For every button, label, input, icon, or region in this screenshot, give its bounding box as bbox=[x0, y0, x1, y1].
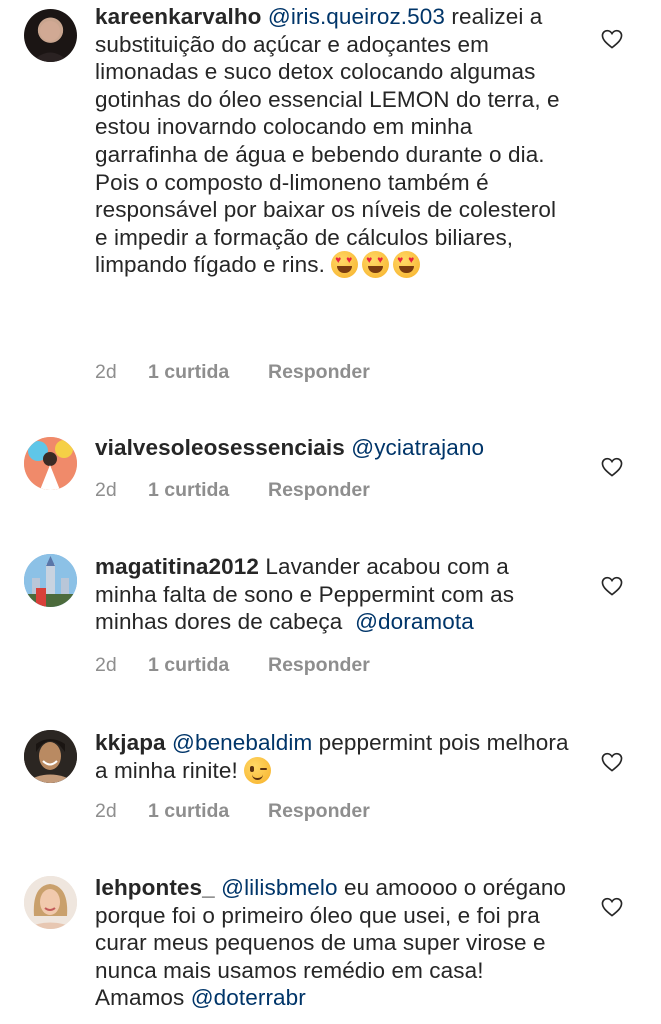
avatar[interactable] bbox=[24, 554, 77, 607]
comment-text: kkjapa @benebaldim peppermint pois melho… bbox=[95, 729, 573, 784]
comment-meta: 2d 1 curtida Responder bbox=[95, 479, 370, 502]
avatar[interactable] bbox=[24, 876, 77, 929]
comment-body: peppermint pois melhora a minha rinite! bbox=[95, 730, 569, 783]
comment-meta: 2d 1 curtida Responder bbox=[95, 361, 370, 384]
avatar-photo bbox=[32, 21, 69, 62]
comment-meta: 2d 1 curtida Responder bbox=[95, 654, 370, 677]
heart-outline-icon[interactable] bbox=[601, 897, 623, 917]
heart-outline-icon[interactable] bbox=[601, 29, 623, 49]
comment-mention[interactable]: @doramota bbox=[355, 609, 474, 634]
avatar-photo bbox=[24, 554, 77, 607]
comment-meta: 2d 1 curtida Responder bbox=[95, 800, 370, 823]
comment-mention[interactable]: @doterrabr bbox=[191, 985, 306, 1010]
avatar[interactable] bbox=[24, 730, 77, 783]
comment-item: vialvesoleosessenciais @yciatrajano 2d 1… bbox=[0, 420, 661, 530]
comment-likes[interactable]: 1 curtida bbox=[148, 361, 268, 384]
heart-outline-icon[interactable] bbox=[601, 457, 623, 477]
reply-button[interactable]: Responder bbox=[268, 800, 370, 823]
comment-username[interactable]: vialvesoleosessenciais bbox=[95, 435, 345, 460]
comment-time: 2d bbox=[95, 800, 117, 822]
avatar-photo bbox=[24, 876, 77, 929]
reply-button[interactable]: Responder bbox=[268, 479, 370, 502]
reply-button[interactable]: Responder bbox=[268, 654, 370, 677]
reply-button[interactable]: Responder bbox=[268, 361, 370, 384]
comment-username[interactable]: kareenkarvalho bbox=[95, 4, 262, 29]
comment-mention[interactable]: @iris.queiroz.503 bbox=[268, 4, 445, 29]
comment-item: kkjapa @benebaldim peppermint pois melho… bbox=[0, 716, 661, 846]
comment-username[interactable]: kkjapa bbox=[95, 730, 166, 755]
winking-face-emoji bbox=[244, 756, 272, 784]
heart-outline-icon[interactable] bbox=[601, 576, 623, 596]
heart-outline-icon[interactable] bbox=[601, 752, 623, 772]
comment-time: 2d bbox=[95, 479, 117, 501]
avatar[interactable] bbox=[24, 9, 77, 62]
comment-text: magatitina2012 Lavander acabou com a min… bbox=[95, 553, 573, 636]
avatar[interactable] bbox=[24, 437, 77, 490]
comment-mention[interactable]: @yciatrajano bbox=[351, 435, 484, 460]
avatar-photo bbox=[24, 730, 77, 783]
comment-time: 2d bbox=[95, 361, 117, 383]
comment-likes[interactable]: 1 curtida bbox=[148, 479, 268, 502]
comment-mention[interactable]: @benebaldim bbox=[172, 730, 312, 755]
comment-text: kareenkarvalho @iris.queiroz.503 realize… bbox=[95, 3, 573, 279]
comment-username[interactable]: lehpontes_ bbox=[95, 875, 215, 900]
comment-text: lehpontes_ @lilisbmelo eu amoooo o oréga… bbox=[95, 874, 573, 1012]
comment-item: lehpontes_ @lilisbmelo eu amoooo o oréga… bbox=[0, 862, 661, 1024]
comment-item: magatitina2012 Lavander acabou com a min… bbox=[0, 540, 661, 700]
comment-username[interactable]: magatitina2012 bbox=[95, 554, 259, 579]
comment-text: vialvesoleosessenciais @yciatrajano bbox=[95, 434, 573, 462]
avatar-photo bbox=[24, 437, 77, 490]
comment-mention[interactable]: @lilisbmelo bbox=[221, 875, 337, 900]
comment-likes[interactable]: 1 curtida bbox=[148, 800, 268, 823]
comment-time: 2d bbox=[95, 654, 117, 676]
comment-body: realizei a substituição do açúcar e adoç… bbox=[95, 4, 560, 278]
comment-item: kareenkarvalho @iris.queiroz.503 realize… bbox=[0, 0, 661, 400]
comment-likes[interactable]: 1 curtida bbox=[148, 654, 268, 677]
heart-eyes-emoji: ♥ ♥ ♥ ♥ ♥ ♥ bbox=[331, 251, 424, 279]
